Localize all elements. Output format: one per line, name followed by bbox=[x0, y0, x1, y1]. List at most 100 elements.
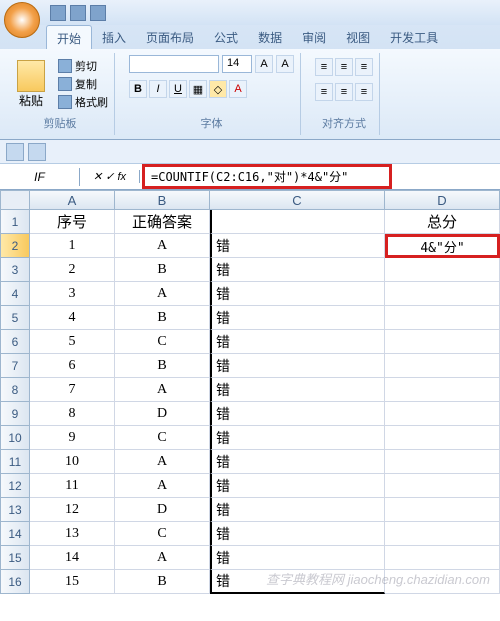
undo-icon[interactable] bbox=[70, 5, 86, 21]
cell[interactable]: 1 bbox=[30, 234, 115, 258]
cell[interactable] bbox=[385, 258, 500, 282]
copy-button[interactable]: 复制 bbox=[58, 76, 108, 92]
cell[interactable] bbox=[385, 306, 500, 330]
row-header[interactable]: 12 bbox=[0, 474, 30, 498]
cell[interactable]: 4 bbox=[30, 306, 115, 330]
cell[interactable] bbox=[385, 354, 500, 378]
cell[interactable]: B bbox=[115, 354, 210, 378]
cell[interactable]: 3 bbox=[30, 282, 115, 306]
row-header[interactable]: 8 bbox=[0, 378, 30, 402]
cell[interactable]: 错 bbox=[210, 330, 385, 354]
office-button[interactable] bbox=[4, 2, 40, 38]
cell[interactable]: C bbox=[115, 330, 210, 354]
cell-D2[interactable]: 4&"分" bbox=[385, 234, 500, 258]
select-all-corner[interactable] bbox=[0, 190, 30, 210]
cancel-icon[interactable]: ✕ bbox=[93, 170, 102, 183]
format-painter-button[interactable]: 格式刷 bbox=[58, 94, 108, 110]
cell[interactable] bbox=[385, 378, 500, 402]
redo-icon[interactable] bbox=[90, 5, 106, 21]
tab-开始[interactable]: 开始 bbox=[46, 25, 92, 49]
save-icon[interactable] bbox=[50, 5, 66, 21]
cell[interactable]: 错 bbox=[210, 402, 385, 426]
paste-button[interactable]: 粘贴 bbox=[12, 58, 50, 111]
cell[interactable] bbox=[210, 210, 385, 234]
refresh-icon[interactable] bbox=[28, 143, 46, 161]
italic-button[interactable]: I bbox=[149, 80, 167, 98]
cell[interactable]: 错 bbox=[210, 450, 385, 474]
cell[interactable]: 错 bbox=[210, 234, 385, 258]
cell[interactable]: A bbox=[115, 282, 210, 306]
cell[interactable]: 错 bbox=[210, 258, 385, 282]
row-header[interactable]: 14 bbox=[0, 522, 30, 546]
cell[interactable]: 错 bbox=[210, 426, 385, 450]
row-header[interactable]: 2 bbox=[0, 234, 30, 258]
column-header-C[interactable]: C bbox=[210, 190, 385, 210]
row-header[interactable]: 16 bbox=[0, 570, 30, 594]
cell[interactable]: 5 bbox=[30, 330, 115, 354]
cell[interactable]: B bbox=[115, 306, 210, 330]
cell[interactable] bbox=[385, 426, 500, 450]
tab-开发工具[interactable]: 开发工具 bbox=[380, 25, 448, 49]
cell[interactable]: A bbox=[115, 234, 210, 258]
row-header[interactable]: 1 bbox=[0, 210, 30, 234]
decrease-font-icon[interactable]: A bbox=[276, 55, 294, 73]
column-header-D[interactable]: D bbox=[385, 190, 500, 210]
cell[interactable]: C bbox=[115, 522, 210, 546]
cell[interactable]: 14 bbox=[30, 546, 115, 570]
cell[interactable]: D bbox=[115, 402, 210, 426]
cell[interactable] bbox=[385, 522, 500, 546]
tab-页面布局[interactable]: 页面布局 bbox=[136, 25, 204, 49]
row-header[interactable]: 15 bbox=[0, 546, 30, 570]
cell[interactable]: 序号 bbox=[30, 210, 115, 234]
column-header-A[interactable]: A bbox=[30, 190, 115, 210]
cell[interactable] bbox=[385, 330, 500, 354]
cell[interactable] bbox=[385, 570, 500, 594]
row-header[interactable]: 4 bbox=[0, 282, 30, 306]
underline-button[interactable]: U bbox=[169, 80, 187, 98]
align-right-icon[interactable]: ≡ bbox=[355, 83, 373, 101]
cell[interactable]: 错 bbox=[210, 570, 385, 594]
row-header[interactable]: 13 bbox=[0, 498, 30, 522]
row-header[interactable]: 7 bbox=[0, 354, 30, 378]
align-left-icon[interactable]: ≡ bbox=[315, 83, 333, 101]
cell[interactable]: A bbox=[115, 474, 210, 498]
cell[interactable]: 总分 bbox=[385, 210, 500, 234]
cell[interactable] bbox=[385, 282, 500, 306]
cell[interactable] bbox=[385, 450, 500, 474]
fx-icon[interactable]: fx bbox=[117, 171, 126, 183]
cell[interactable]: 错 bbox=[210, 498, 385, 522]
font-color-button[interactable]: A bbox=[229, 80, 247, 98]
name-box[interactable]: IF bbox=[0, 168, 80, 186]
cell[interactable] bbox=[385, 498, 500, 522]
cell[interactable]: C bbox=[115, 426, 210, 450]
cell[interactable]: B bbox=[115, 258, 210, 282]
cell[interactable]: 错 bbox=[210, 474, 385, 498]
row-header[interactable]: 6 bbox=[0, 330, 30, 354]
cell[interactable]: 6 bbox=[30, 354, 115, 378]
cell[interactable]: 10 bbox=[30, 450, 115, 474]
cell[interactable]: 正确答案 bbox=[115, 210, 210, 234]
row-header[interactable]: 10 bbox=[0, 426, 30, 450]
cell[interactable]: 7 bbox=[30, 378, 115, 402]
tab-插入[interactable]: 插入 bbox=[92, 25, 136, 49]
enter-icon[interactable]: ✓ bbox=[105, 170, 114, 183]
cell[interactable]: A bbox=[115, 378, 210, 402]
increase-font-icon[interactable]: A bbox=[255, 55, 273, 73]
tab-公式[interactable]: 公式 bbox=[204, 25, 248, 49]
cell[interactable]: 8 bbox=[30, 402, 115, 426]
cell[interactable]: A bbox=[115, 450, 210, 474]
cell[interactable] bbox=[385, 402, 500, 426]
cell[interactable]: 错 bbox=[210, 282, 385, 306]
tab-视图[interactable]: 视图 bbox=[336, 25, 380, 49]
cell[interactable] bbox=[385, 474, 500, 498]
cell[interactable]: 13 bbox=[30, 522, 115, 546]
row-header[interactable]: 9 bbox=[0, 402, 30, 426]
cell[interactable]: 2 bbox=[30, 258, 115, 282]
tab-数据[interactable]: 数据 bbox=[248, 25, 292, 49]
align-center-icon[interactable]: ≡ bbox=[335, 83, 353, 101]
column-header-B[interactable]: B bbox=[115, 190, 210, 210]
row-header[interactable]: 11 bbox=[0, 450, 30, 474]
align-middle-icon[interactable]: ≡ bbox=[335, 58, 353, 76]
cell[interactable]: 11 bbox=[30, 474, 115, 498]
font-size-select[interactable]: 14 bbox=[222, 55, 252, 73]
